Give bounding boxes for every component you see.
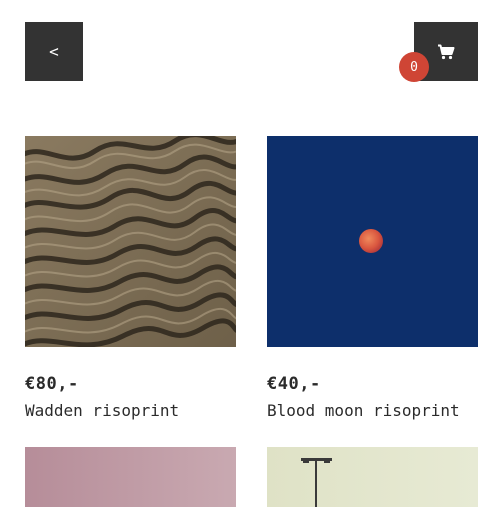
cart-count-badge: 0 xyxy=(399,52,429,82)
product-title[interactable]: Wadden risoprint xyxy=(25,401,179,420)
cart-icon xyxy=(438,44,455,59)
back-label: < xyxy=(49,42,59,61)
product-image-street-lamp[interactable] xyxy=(267,447,478,507)
product-card[interactable] xyxy=(25,447,236,507)
product-card[interactable]: €40,- Blood moon risoprint xyxy=(267,136,478,420)
product-price: €40,- xyxy=(267,374,321,394)
product-title[interactable]: Blood moon risoprint xyxy=(267,401,460,420)
product-card[interactable]: €80,- Wadden risoprint xyxy=(25,136,236,420)
product-price: €80,- xyxy=(25,374,79,394)
product-image-pink-sky[interactable] xyxy=(25,447,236,507)
product-card[interactable] xyxy=(267,447,478,507)
product-image-blood-moon[interactable] xyxy=(267,136,478,347)
back-button[interactable]: < xyxy=(25,22,83,81)
product-image-sand-ripples[interactable] xyxy=(25,136,236,347)
